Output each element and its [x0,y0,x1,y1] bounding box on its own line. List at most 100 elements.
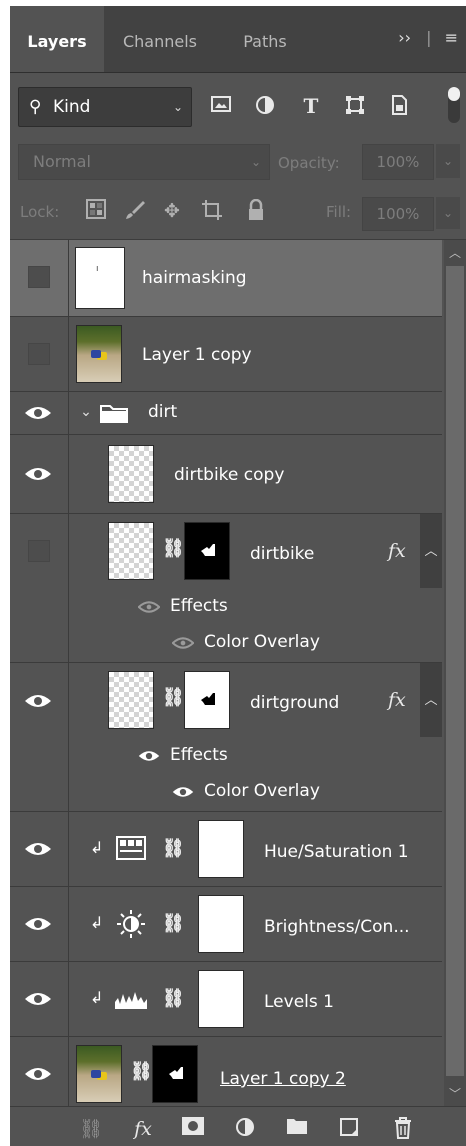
mask-link-icon[interactable]: ⛓ [162,911,185,937]
smart-object-filter-icon[interactable] [388,95,410,117]
expand-icon[interactable]: ›› [398,28,411,47]
add-mask-icon[interactable] [180,1117,206,1141]
chevron-up-icon[interactable]: ︿ [421,540,441,559]
layers-scrollbar[interactable]: ︿ ﹀ [444,240,466,1106]
adjustment-mask-thumbnail[interactable] [198,820,244,878]
layer-thumbnail [76,325,122,383]
group-expand-chevron-icon[interactable]: ⌄ [76,404,96,420]
adjustment-mask-thumbnail[interactable] [198,970,244,1028]
new-layer-icon[interactable] [336,1117,362,1141]
visibility-toggle[interactable] [28,266,50,288]
eye-icon[interactable] [24,466,52,482]
layer-name[interactable]: Levels 1 [264,992,334,1012]
link-layers-icon[interactable]: ⛓ [78,1117,104,1141]
adjustment-filter-icon[interactable] [254,95,276,117]
add-layer-style-icon[interactable]: fx [130,1117,156,1141]
layer-row-dirtground[interactable]: ⛓ dirtground fx ︿ Effects Color Overlay [10,663,442,812]
chevron-up-icon[interactable]: ︿ [421,689,441,708]
effects-collapse-panel[interactable]: ︿ [420,663,442,737]
layer-row-layer-1-copy-2[interactable]: ⛓ Layer 1 copy 2 [10,1037,442,1106]
adjustment-mask-thumbnail[interactable] [198,895,244,953]
scrollbar-thumb[interactable] [446,266,464,1076]
lock-transparent-pixels-icon[interactable] [84,199,108,223]
opacity-label: Opacity: [278,154,340,172]
brightness-contrast-icon [117,910,145,938]
effects-eye-icon[interactable] [138,600,160,614]
layer-name[interactable]: Layer 1 copy [142,345,252,365]
tab-channels[interactable]: Channels [104,6,216,72]
blend-mode-select[interactable]: Normal ⌄ [18,144,270,180]
effects-label[interactable]: Effects [170,745,228,765]
opacity-input[interactable]: 100% [362,144,434,180]
eye-icon[interactable] [24,841,52,857]
eye-icon[interactable] [24,991,52,1007]
delete-layer-icon[interactable] [390,1117,416,1141]
lock-artboard-icon[interactable] [200,199,224,223]
eye-icon[interactable] [24,693,52,709]
visibility-column [10,812,69,886]
lock-row: Lock: ✥ Fill: 100% ⌄ [10,187,466,240]
new-adjustment-layer-icon[interactable] [232,1117,258,1141]
fill-chevron-icon[interactable]: ⌄ [436,197,460,229]
panel-menu[interactable]: ›› | ≡ [398,28,458,47]
layer-mask-thumbnail[interactable] [184,522,230,580]
layer-mask-thumbnail[interactable] [184,671,230,729]
tab-paths[interactable]: Paths [220,6,310,72]
filter-toggle[interactable] [448,87,460,123]
lock-position-icon[interactable]: ✥ [160,199,184,223]
eye-icon[interactable] [24,1066,52,1082]
scroll-down-icon[interactable]: ﹀ [444,1085,466,1102]
layer-name[interactable]: dirtbike copy [174,465,284,485]
layer-row-hue-saturation[interactable]: ↲ ⛓ Hue/Saturation 1 [10,812,442,887]
layer-name[interactable]: dirtground [250,693,339,713]
lock-image-pixels-icon[interactable] [122,199,146,223]
menu-icon[interactable]: ≡ [445,28,458,47]
eye-icon[interactable] [24,405,52,421]
effects-eye-icon[interactable] [138,749,160,763]
layer-row-layer-1-copy[interactable]: Layer 1 copy [10,317,442,392]
layer-name[interactable]: dirt [148,402,177,422]
effects-collapse-panel[interactable]: ︿ [420,514,442,588]
scroll-up-icon[interactable]: ︿ [444,244,466,261]
eye-icon[interactable] [24,916,52,932]
layer-effects-icon[interactable]: fx [388,540,406,562]
color-overlay-eye-icon[interactable] [172,636,194,650]
color-overlay-eye-icon[interactable] [172,785,194,799]
color-overlay-label[interactable]: Color Overlay [204,632,320,652]
layer-name[interactable]: dirtbike [250,544,314,564]
thumbnail-mark: ı [96,264,99,274]
layer-name[interactable]: Layer 1 copy 2 [220,1069,346,1089]
layer-row-dirtbike[interactable]: ⛓ dirtbike fx ︿ Effects Color Overlay [10,514,442,663]
shape-filter-icon[interactable] [344,95,366,117]
layer-effects-icon[interactable]: fx [388,689,406,711]
lock-all-icon[interactable] [244,198,268,223]
image-filter-icon[interactable] [210,95,232,117]
layer-row-dirtbike-copy[interactable]: dirtbike copy [10,435,442,514]
color-overlay-label[interactable]: Color Overlay [204,781,320,801]
layer-name[interactable]: hairmasking [142,268,247,288]
layer-row-hairmasking[interactable]: ı hairmasking [10,240,442,317]
opacity-chevron-icon[interactable]: ⌄ [436,144,460,178]
visibility-toggle[interactable] [28,540,50,562]
layer-row-dirt-group[interactable]: ⌄ dirt [10,392,442,435]
layer-row-brightness-contrast[interactable]: ↲ ⛓ Brightness/Con... [10,887,442,962]
kind-filter-select[interactable]: ⚲ Kind ⌄ [18,87,192,127]
new-group-icon[interactable] [284,1117,310,1141]
visibility-toggle[interactable] [28,343,50,365]
layer-row-levels[interactable]: ↲ ⛓ Levels 1 [10,962,442,1037]
mask-link-icon[interactable]: ⛓ [162,536,185,562]
mask-link-icon[interactable]: ⛓ [162,986,185,1012]
mask-link-icon[interactable]: ⛓ [130,1059,153,1085]
layer-name[interactable]: Hue/Saturation 1 [264,842,409,862]
mask-link-icon[interactable]: ⛓ [162,836,185,862]
mask-link-icon[interactable]: ⛓ [162,685,185,711]
effects-label[interactable]: Effects [170,596,228,616]
type-filter-icon[interactable]: T [300,95,322,117]
layer-mask-thumbnail[interactable] [152,1045,198,1103]
tab-layers[interactable]: Layers [10,6,104,72]
blend-mode-value: Normal [33,152,91,171]
fill-input[interactable]: 100% [362,197,434,231]
visibility-column [10,514,69,662]
layer-name[interactable]: Brightness/Con... [264,917,410,937]
visibility-column [10,240,69,316]
